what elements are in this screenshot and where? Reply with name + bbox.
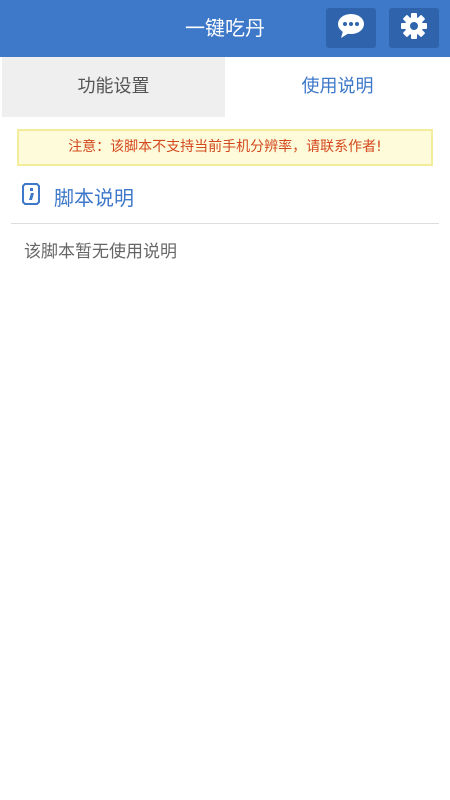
divider xyxy=(11,223,439,224)
gear-icon xyxy=(400,12,428,44)
tab-usage-instructions[interactable]: 使用说明 xyxy=(225,57,450,117)
chat-button[interactable] xyxy=(326,8,376,48)
settings-button[interactable] xyxy=(389,8,439,48)
warning-notice: 注意：该脚本不支持当前手机分辨率，请联系作者! xyxy=(17,129,433,166)
info-document-icon xyxy=(22,183,54,209)
tab-bar: 功能设置 使用说明 xyxy=(0,57,450,117)
app-title: 一键吃丹 xyxy=(185,16,265,40)
section-title: 脚本说明 xyxy=(54,185,134,210)
chat-bubble-icon xyxy=(336,12,366,44)
tab-function-settings[interactable]: 功能设置 xyxy=(2,57,225,117)
section-header: 脚本说明 xyxy=(22,178,134,214)
app-header: 一键吃丹 xyxy=(0,0,450,57)
instructions-text: 该脚本暂无使用说明 xyxy=(24,242,177,262)
